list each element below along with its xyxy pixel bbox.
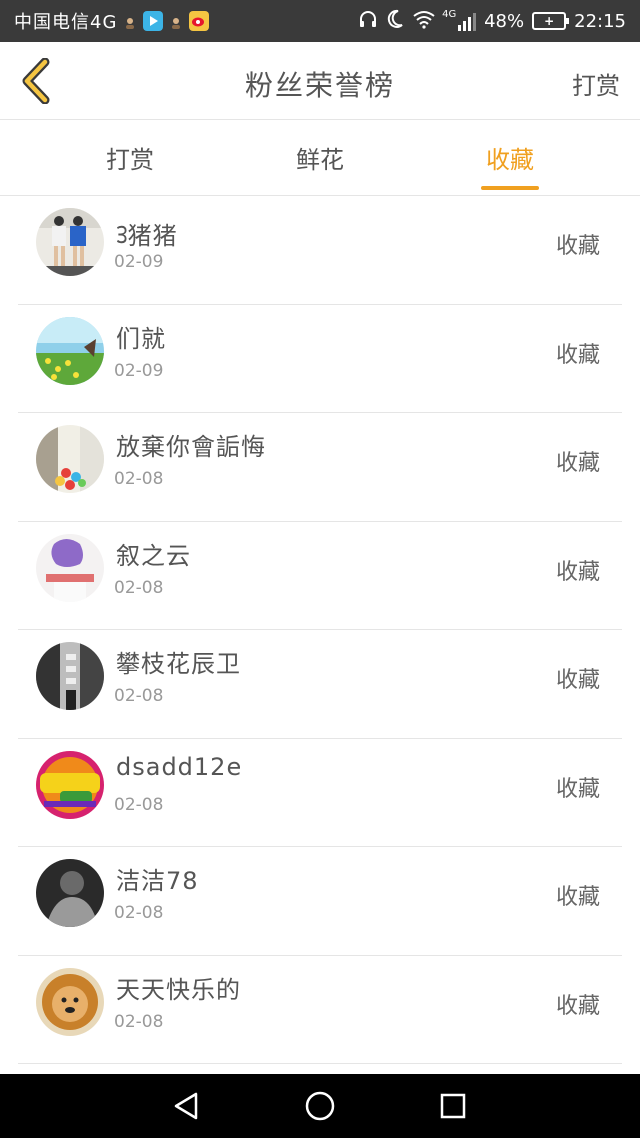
avatar [36, 859, 104, 927]
page-title: 粉丝荣誉榜 [244, 69, 395, 102]
item-name: 放棄你會詬悔 [116, 433, 266, 461]
avatar [36, 208, 104, 276]
network-type-label: 4G [442, 9, 457, 20]
avatar [36, 967, 104, 1036]
list-item[interactable]: ᢃ猪猪 02-09 收藏 [18, 196, 622, 305]
item-date: 02-08 [114, 903, 164, 923]
item-action: 收藏 [555, 342, 600, 368]
item-name: 们就 [116, 324, 166, 353]
item-name: 叙之云 [116, 541, 191, 570]
weibo-icon [189, 11, 210, 31]
item-date: 02-09 [114, 360, 164, 381]
item-name: ᢃ猪猪 [116, 222, 178, 250]
notification-icon [123, 14, 137, 29]
item-date: 02-08 [114, 577, 164, 598]
list-item[interactable]: 攀枝花辰卫 02-08 收藏 [18, 630, 622, 739]
item-action: 收藏 [555, 559, 600, 585]
status-bar: 中国电信4G 4G 48% + 22:15 [0, 0, 640, 42]
triangle-back-icon [174, 1092, 197, 1120]
signal-icon: 4G [442, 9, 477, 31]
item-date: 02-08 [114, 1011, 164, 1032]
item-date: 02-09 [114, 252, 164, 272]
list-item[interactable]: 洁洁78 02-08 收藏 [18, 847, 622, 956]
list-item[interactable]: 天天快乐的 02-08 收藏 [18, 956, 622, 1064]
avatar [36, 425, 104, 493]
list-item[interactable]: 们就 02-09 收藏 [18, 305, 622, 413]
tab-favorites[interactable]: 收藏 [450, 140, 570, 175]
list-item[interactable]: 放棄你會詬悔 02-08 收藏 [18, 413, 622, 522]
tab-reward[interactable]: 打赏 [70, 140, 190, 175]
nav-home-button[interactable] [300, 1086, 340, 1126]
item-date: 02-08 [114, 469, 164, 489]
moon-icon [386, 9, 404, 34]
avatar [36, 750, 104, 819]
reward-button[interactable]: 打赏 [572, 66, 620, 101]
fan-list[interactable]: ᢃ猪猪 02-09 收藏 们就 02-09 收藏 放棄你會詬悔 02-08 收藏… [0, 196, 640, 1074]
item-action: 收藏 [555, 234, 600, 259]
battery-percent: 48% [484, 10, 525, 32]
battery-icon: + [532, 12, 570, 30]
item-action: 收藏 [555, 451, 600, 476]
notification-icon [169, 14, 183, 29]
item-name: 天天快乐的 [116, 975, 241, 1004]
item-action: 收藏 [555, 668, 600, 693]
carrier-label: 中国电信4G [14, 12, 118, 33]
list-item[interactable]: 叙之云 02-08 收藏 [18, 522, 622, 630]
wifi-icon [412, 9, 436, 34]
nav-recents-button[interactable] [433, 1086, 473, 1126]
item-action: 收藏 [555, 993, 600, 1019]
tab-flowers[interactable]: 鲜花 [260, 140, 380, 175]
item-name: dsadd12e [116, 752, 243, 781]
item-date: 02-08 [114, 686, 164, 706]
avatar [36, 316, 104, 385]
nav-back-button[interactable] [167, 1086, 207, 1126]
item-date: 02-08 [114, 794, 164, 815]
item-action: 收藏 [555, 776, 600, 802]
active-tab-indicator [481, 186, 539, 190]
headphones-icon [358, 9, 378, 34]
system-nav-bar [0, 1074, 640, 1138]
avatar [36, 642, 104, 710]
video-app-icon [143, 11, 164, 31]
item-name: 攀枝花辰卫 [116, 650, 241, 678]
square-recents-icon [441, 1093, 466, 1119]
header: 粉丝荣誉榜 打赏 [0, 42, 640, 120]
list-item[interactable]: dsadd12e 02-08 收藏 [18, 739, 622, 847]
tab-bar: 打赏 鲜花 收藏 [0, 120, 640, 196]
avatar [36, 533, 104, 602]
clock: 22:15 [574, 10, 626, 32]
item-action: 收藏 [555, 885, 600, 910]
item-name: 洁洁78 [116, 867, 199, 895]
circle-home-icon [305, 1091, 335, 1121]
